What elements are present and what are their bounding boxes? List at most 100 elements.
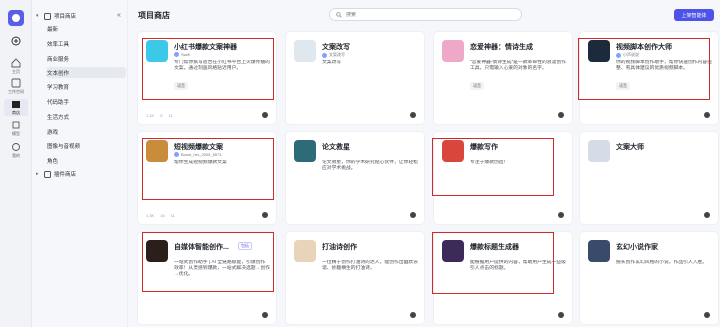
rail-profile[interactable]: 我的 [4, 142, 28, 159]
creator-avatar [410, 312, 416, 318]
agent-card[interactable]: 爆款标题生成器 能根据用户提供的内容，帮助用户生成一些吸引人点击的标题。 [434, 232, 572, 324]
card-title: 文案大师 [616, 144, 644, 151]
agent-card[interactable]: 恋爱神器：情诗生成 “恋爱神器-情诗生成”是一款革命性的浪漫创作工具，只需输入心… [434, 32, 572, 124]
card-avatar [442, 40, 464, 62]
card-avatar [146, 240, 168, 262]
card-description: 一站式创作助手 | AI 全链路赋能，引爆创作效率！从灵感到爆款，一站式解决选题… [174, 260, 270, 277]
rail-store[interactable]: 商店 [4, 99, 28, 116]
agent-card[interactable]: 视频脚本创作大师 小声说说 你的视频脚本创作助手，帮你快速创作内容完整、有具体建… [580, 32, 718, 124]
category-item[interactable]: 代码助手 [46, 96, 126, 107]
creator-avatar [558, 312, 564, 318]
author-avatar [174, 52, 179, 57]
home-icon [11, 58, 21, 68]
creator-avatar [410, 212, 416, 218]
card-title: 小红书爆款文案神器 [174, 44, 237, 51]
card-author: 文案改写 [322, 52, 345, 58]
card-badge: 包括 [238, 242, 252, 250]
card-author-name: Swift [181, 52, 190, 57]
agent-card[interactable]: 自媒体智能创作... 包括 一站式创作助手 | AI 全链路赋能，引爆创作效率！… [138, 232, 276, 324]
rail-label: 模型 [12, 131, 20, 136]
workspace-icon [11, 78, 21, 88]
card-avatar [442, 240, 464, 262]
card-title: 论文救星 [322, 144, 350, 151]
card-tag: 语音 [174, 82, 188, 90]
publish-agent-button[interactable]: 上架智能体 [674, 9, 714, 21]
card-description: “恋爱神器-情诗生成”是一款革命性的浪漫创作工具，只需输入心爱的对象的名字。 [470, 60, 566, 71]
card-title: 爆款标题生成器 [470, 244, 519, 251]
creator-avatar [410, 112, 416, 118]
agent-card[interactable]: 短视频爆款文案 Boost_her_2005_6573 帮你生成短视频爆款文案 … [138, 132, 276, 224]
agent-card[interactable]: 爆款写作 专注于爆款创造！ [434, 132, 572, 224]
category-item-active[interactable]: 文本创作 [46, 67, 126, 78]
search-icon [336, 11, 342, 18]
creator-avatar [262, 212, 268, 218]
agent-card[interactable]: 论文救星 论文救星，你的学术研究贴心伙伴，让你轻松应对学术挑战。 [286, 132, 424, 224]
plugin-icon [44, 170, 51, 178]
category-item[interactable]: 角色 [46, 155, 126, 166]
search-box[interactable] [329, 8, 522, 21]
collapse-sidebar-icon[interactable]: « [117, 12, 121, 19]
app-logo[interactable] [8, 10, 24, 26]
card-description: 文案改写 [322, 60, 342, 65]
category-item[interactable]: 最新 [46, 23, 126, 34]
rail-label: 工作空间 [8, 89, 24, 94]
project-store-label: 项目商店 [54, 14, 77, 20]
rail-models[interactable]: 模型 [4, 120, 28, 137]
card-stats: 1.3K 16 11 [146, 213, 175, 218]
category-sidebar: ▾ 项目商店 最新 效率工具 商业服务 文本创作 学习教育 代码助手 生活方式 … [32, 0, 128, 327]
card-title: 爆款写作 [470, 144, 498, 151]
card-avatar [588, 40, 610, 62]
card-description: 专门帮你撰写适合在小红书平台上火爆传播的文案，通过刻画风格贴近用户。 [174, 60, 270, 71]
rail-home[interactable]: 主页 [4, 58, 28, 75]
card-avatar [146, 140, 168, 162]
card-title: 短视频爆款文案 [174, 144, 223, 151]
category-item[interactable]: 图像与音视频 [46, 140, 126, 151]
stat-comments: 11 [168, 113, 173, 118]
category-item[interactable]: 生活方式 [46, 111, 126, 122]
creator-avatar [558, 212, 564, 218]
card-author: Swift [174, 52, 190, 57]
card-title: 文案改写 [322, 44, 350, 51]
agent-card[interactable]: 小红书爆款文案神器 Swift 专门帮你撰写适合在小红书平台上火爆传播的文案，通… [138, 32, 276, 124]
creator-avatar [704, 312, 710, 318]
search-input[interactable] [346, 11, 506, 18]
author-avatar [322, 52, 327, 58]
card-tag: 语音 [616, 82, 630, 90]
card-avatar [146, 40, 168, 62]
chevron-down-icon: ▾ [36, 13, 39, 19]
rail-label: 我的 [12, 153, 20, 158]
creator-avatar [704, 112, 710, 118]
card-description: 帮你生成短视频爆款文案 [174, 160, 227, 165]
stat-users: 1.1K [146, 113, 155, 118]
creator-avatar [262, 112, 268, 118]
author-avatar [174, 152, 179, 157]
card-author: Boost_her_2005_6573 [174, 152, 221, 157]
card-description: 擅长创作玄幻风格的小说，作品引人入胜。 [616, 260, 708, 265]
category-item[interactable]: 商业服务 [46, 53, 126, 64]
agent-card[interactable]: 文案大师 [580, 132, 718, 224]
stat-likes: 9 [160, 113, 163, 118]
author-avatar [616, 52, 621, 58]
card-description: 论文救星，你的学术研究贴心伙伴，让你轻松应对学术挑战。 [322, 160, 418, 171]
card-author: 小声说说 [616, 52, 639, 58]
card-avatar [588, 240, 610, 262]
model-icon [12, 121, 20, 129]
icon-rail: 主页 工作空间 商店 模型 我的 [0, 0, 32, 327]
agent-card[interactable]: 玄幻小说作家 擅长创作玄幻风格的小说，作品引人入胜。 [580, 232, 718, 324]
card-avatar [442, 140, 464, 162]
rail-label: 商店 [12, 110, 20, 115]
card-author-name: 文案改写 [329, 52, 345, 57]
project-store-header[interactable]: ▾ 项目商店 [36, 11, 76, 21]
category-item[interactable]: 效率工具 [46, 38, 126, 49]
rail-workspace[interactable]: 工作空间 [4, 78, 28, 95]
category-item[interactable]: 学习教育 [46, 81, 126, 92]
card-avatar [294, 40, 316, 62]
link-icon [12, 143, 20, 151]
plugin-store-header[interactable]: ▸ 插件商店 [36, 169, 76, 179]
category-item[interactable]: 游戏 [46, 126, 126, 137]
card-title: 打油诗创作 [322, 244, 357, 251]
agent-card[interactable]: 文案改写 文案改写 文案改写 [286, 32, 424, 124]
rail-add-button[interactable] [4, 36, 28, 46]
card-avatar [294, 140, 316, 162]
agent-card[interactable]: 打油诗创作 一位精于创作打油诗的达人，能创作出幽默诙谐、妙趣横生的打油诗。 [286, 232, 424, 324]
